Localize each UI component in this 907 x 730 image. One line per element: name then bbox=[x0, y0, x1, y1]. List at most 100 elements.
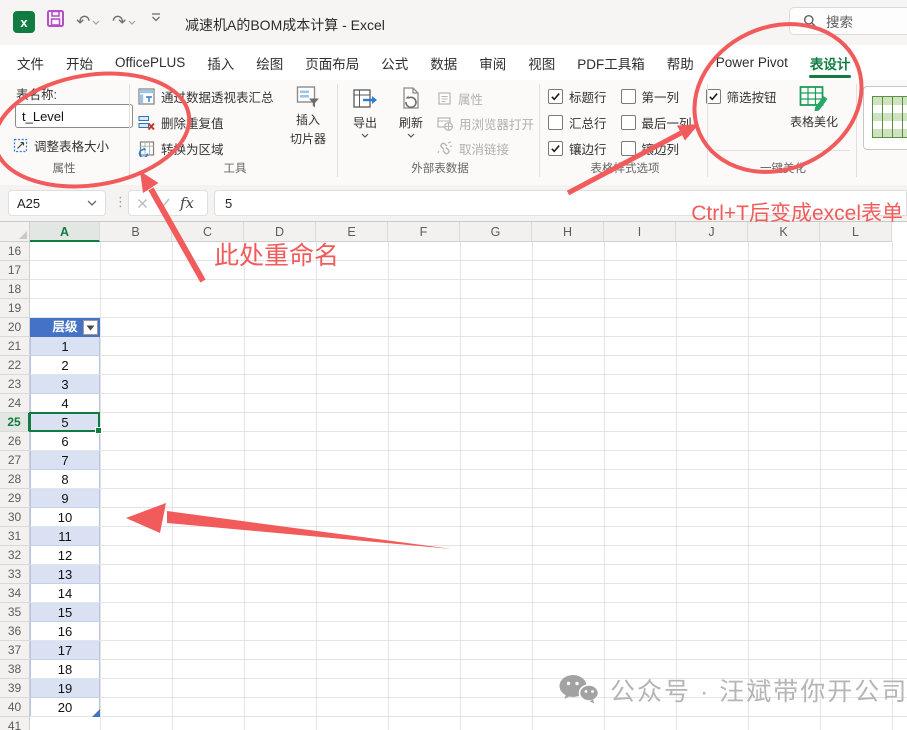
tab-表设计[interactable]: 表设计 bbox=[809, 45, 852, 80]
row-header-36[interactable]: 36 bbox=[0, 622, 30, 641]
tools-item-2[interactable]: 删除重复值 bbox=[138, 111, 274, 133]
row-header-17[interactable]: 17 bbox=[0, 261, 30, 280]
table-cell-9[interactable]: 9 bbox=[30, 489, 100, 508]
tab-开始[interactable]: 开始 bbox=[65, 45, 94, 80]
tab-数据[interactable]: 数据 bbox=[429, 45, 458, 80]
table-cell-17[interactable]: 17 bbox=[30, 641, 100, 660]
tab-绘图[interactable]: 绘图 bbox=[255, 45, 284, 80]
row-header-28[interactable]: 28 bbox=[0, 470, 30, 489]
tools-item-1[interactable]: 通过数据透视表汇总 bbox=[138, 85, 274, 107]
checkbox-icon[interactable] bbox=[621, 89, 636, 104]
row-header-24[interactable]: 24 bbox=[0, 394, 30, 413]
tab-文件[interactable]: 文件 bbox=[16, 45, 45, 80]
select-all-corner[interactable] bbox=[0, 222, 30, 242]
table-cell-16[interactable]: 16 bbox=[30, 622, 100, 641]
tab-插入[interactable]: 插入 bbox=[206, 45, 235, 80]
column-header-K[interactable]: K bbox=[748, 222, 820, 242]
row-header-31[interactable]: 31 bbox=[0, 527, 30, 546]
checkbox-icon[interactable] bbox=[548, 89, 563, 104]
table-cell-8[interactable]: 8 bbox=[30, 470, 100, 489]
filter-dropdown-button[interactable] bbox=[83, 320, 98, 335]
table-style-gallery[interactable] bbox=[863, 86, 907, 150]
qat-customize-button[interactable] bbox=[150, 13, 162, 22]
table-cell-2[interactable]: 2 bbox=[30, 356, 100, 375]
table-header-cell[interactable]: 层级 bbox=[30, 318, 100, 337]
separator-dots-icon[interactable]: ⋮ bbox=[114, 194, 127, 210]
tools-item-3[interactable]: 转换为区域 bbox=[138, 137, 274, 159]
style-option-第一列[interactable]: 第一列 bbox=[621, 87, 692, 105]
row-header-27[interactable]: 27 bbox=[0, 451, 30, 470]
tab-PDF工具箱[interactable]: PDF工具箱 bbox=[576, 45, 646, 80]
row-header-22[interactable]: 22 bbox=[0, 356, 30, 375]
checkbox-icon[interactable] bbox=[621, 115, 636, 130]
table-cell-18[interactable]: 18 bbox=[30, 660, 100, 679]
row-header-19[interactable]: 19 bbox=[0, 299, 30, 318]
table-cell-6[interactable]: 6 bbox=[30, 432, 100, 451]
row-header-29[interactable]: 29 bbox=[0, 489, 30, 508]
tab-页面布局[interactable]: 页面布局 bbox=[304, 45, 360, 80]
resize-table-button[interactable]: 调整表格大小 bbox=[13, 134, 109, 156]
checkbox-icon[interactable] bbox=[548, 141, 563, 156]
column-header-D[interactable]: D bbox=[244, 222, 316, 242]
tab-审阅[interactable]: 审阅 bbox=[478, 45, 507, 80]
fx-icon[interactable]: fx bbox=[180, 194, 194, 212]
column-header-J[interactable]: J bbox=[676, 222, 748, 242]
save-button[interactable] bbox=[46, 9, 65, 28]
redo-button[interactable]: ↷ bbox=[112, 9, 136, 35]
table-cell-4[interactable]: 4 bbox=[30, 394, 100, 413]
row-header-16[interactable]: 16 bbox=[0, 242, 30, 261]
style-option-汇总行[interactable]: 汇总行 bbox=[548, 113, 607, 131]
column-header-E[interactable]: E bbox=[316, 222, 388, 242]
table-cell-11[interactable]: 11 bbox=[30, 527, 100, 546]
tab-OfficePLUS[interactable]: OfficePLUS bbox=[114, 45, 186, 80]
insert-slicer-button[interactable]: 插入 切片器 bbox=[282, 85, 334, 147]
style-option-标题行[interactable]: 标题行 bbox=[548, 87, 607, 105]
table-cell-13[interactable]: 13 bbox=[30, 565, 100, 584]
formula-input[interactable]: 5 bbox=[214, 190, 907, 216]
table-beautify-button[interactable]: 表格美化 bbox=[770, 85, 858, 130]
grid-cells-area[interactable] bbox=[30, 242, 907, 730]
table-cell-10[interactable]: 10 bbox=[30, 508, 100, 527]
active-cell-selection[interactable] bbox=[29, 412, 100, 432]
column-header-L[interactable]: L bbox=[820, 222, 892, 242]
column-header-F[interactable]: F bbox=[388, 222, 460, 242]
export-button[interactable]: 导出 bbox=[344, 86, 386, 138]
row-header-23[interactable]: 23 bbox=[0, 375, 30, 394]
style-option-镶边列[interactable]: 镶边列 bbox=[621, 139, 692, 157]
table-cell-12[interactable]: 12 bbox=[30, 546, 100, 565]
table-cell-1[interactable]: 1 bbox=[30, 337, 100, 356]
row-header-35[interactable]: 35 bbox=[0, 603, 30, 622]
row-header-30[interactable]: 30 bbox=[0, 508, 30, 527]
table-cell-15[interactable]: 15 bbox=[30, 603, 100, 622]
checkbox-icon[interactable] bbox=[621, 141, 636, 156]
enter-icon[interactable] bbox=[158, 198, 170, 208]
search-box[interactable]: 搜索 bbox=[789, 7, 907, 35]
refresh-button[interactable]: 刷新 bbox=[390, 86, 432, 138]
tab-Power Pivot[interactable]: Power Pivot bbox=[715, 45, 789, 80]
style-option-筛选按钮[interactable]: 筛选按钮 bbox=[706, 87, 777, 105]
row-header-33[interactable]: 33 bbox=[0, 565, 30, 584]
cancel-icon[interactable] bbox=[137, 198, 148, 209]
tab-公式[interactable]: 公式 bbox=[380, 45, 409, 80]
row-header-34[interactable]: 34 bbox=[0, 584, 30, 603]
column-header-B[interactable]: B bbox=[100, 222, 172, 242]
table-cell-19[interactable]: 19 bbox=[30, 679, 100, 698]
table-cell-7[interactable]: 7 bbox=[30, 451, 100, 470]
row-header-32[interactable]: 32 bbox=[0, 546, 30, 565]
table-cell-20[interactable]: 20 bbox=[30, 698, 100, 717]
style-option-最后一列[interactable]: 最后一列 bbox=[621, 113, 692, 131]
row-header-26[interactable]: 26 bbox=[0, 432, 30, 451]
row-header-18[interactable]: 18 bbox=[0, 280, 30, 299]
undo-button[interactable]: ↶ bbox=[76, 9, 100, 35]
row-header-21[interactable]: 21 bbox=[0, 337, 30, 356]
row-header-41[interactable]: 41 bbox=[0, 717, 30, 730]
style-option-镶边行[interactable]: 镶边行 bbox=[548, 139, 607, 157]
column-header-I[interactable]: I bbox=[604, 222, 676, 242]
column-header-C[interactable]: C bbox=[172, 222, 244, 242]
column-header-H[interactable]: H bbox=[532, 222, 604, 242]
row-header-20[interactable]: 20 bbox=[0, 318, 30, 337]
row-header-37[interactable]: 37 bbox=[0, 641, 30, 660]
column-header-A[interactable]: A bbox=[30, 222, 100, 242]
tab-帮助[interactable]: 帮助 bbox=[666, 45, 695, 80]
table-name-input[interactable] bbox=[15, 104, 133, 128]
